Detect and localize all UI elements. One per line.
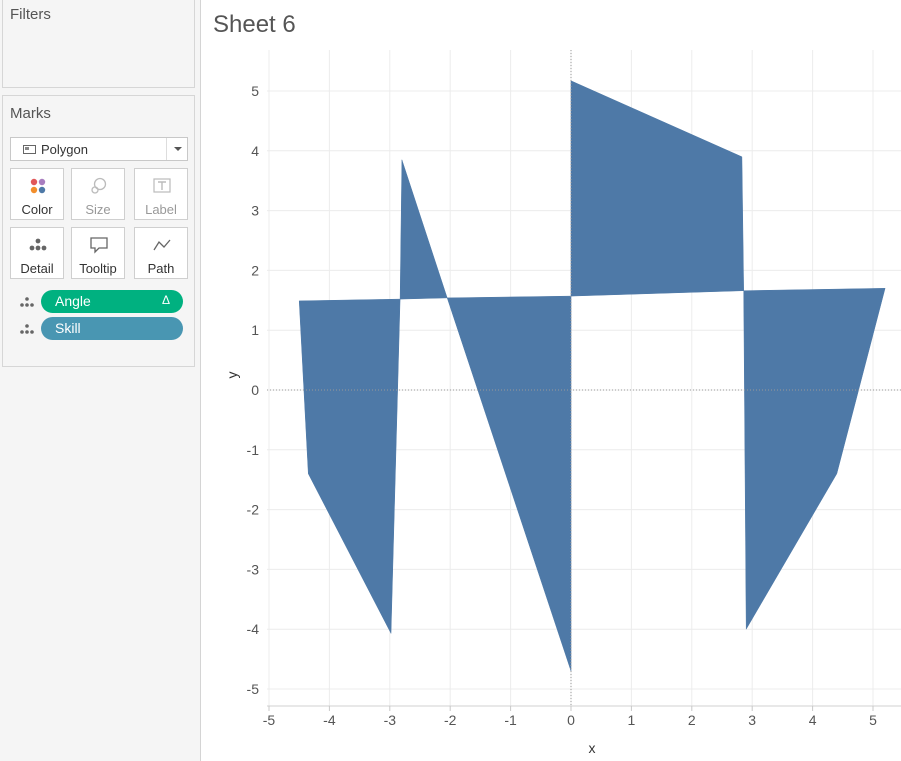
delta-icon: Δ	[161, 293, 170, 307]
size-label: Size	[85, 202, 111, 217]
color-button[interactable]: Color	[10, 168, 64, 220]
x-axis-label: x	[589, 740, 596, 756]
tooltip-icon	[90, 237, 108, 254]
x-tick-label: 1	[628, 712, 636, 728]
detail-label: Detail	[20, 261, 54, 276]
marks-card: Marks Polygon Color Size Label Detail To…	[2, 95, 195, 367]
x-tick-label: -1	[504, 712, 517, 728]
x-tick-label: 2	[688, 712, 696, 728]
detail-button[interactable]: Detail	[10, 227, 64, 279]
size-icon	[91, 177, 107, 194]
x-tick-label: 4	[809, 712, 817, 728]
y-axis-label: y	[224, 372, 240, 379]
label-icon	[153, 178, 171, 193]
x-tick-label: 0	[567, 712, 575, 728]
dropdown-separator	[166, 138, 167, 160]
y-tick-label: 0	[251, 382, 259, 398]
y-tick-label: -3	[247, 561, 260, 577]
y-tick-label: 3	[251, 203, 259, 219]
angle-pill[interactable]: Angle Δ	[41, 290, 183, 313]
polygons	[298, 80, 886, 672]
tooltip-button[interactable]: Tooltip	[71, 227, 125, 279]
filters-card[interactable]: Filters	[2, 0, 195, 88]
polygon-icon	[23, 145, 36, 154]
y-tick-label: 4	[251, 143, 259, 159]
x-tick-label: 3	[748, 712, 756, 728]
filters-title: Filters	[10, 6, 51, 23]
size-button[interactable]: Size	[71, 168, 125, 220]
label-button[interactable]: Label	[134, 168, 188, 220]
y-tick-label: -5	[247, 681, 260, 697]
detail-icon	[20, 324, 34, 334]
skill-pill-label: Skill	[55, 320, 81, 336]
y-tick-label: 5	[251, 83, 259, 99]
polygon-mark[interactable]	[298, 298, 401, 634]
polygon-mark[interactable]	[399, 159, 448, 300]
polygon-mark[interactable]	[743, 288, 886, 631]
mark-type-dropdown[interactable]: Polygon	[10, 137, 188, 161]
x-tick-label: -5	[263, 712, 276, 728]
x-tick-label: 5	[869, 712, 877, 728]
y-tick-label: 1	[251, 322, 259, 338]
pill-row-skill: Skill	[19, 317, 189, 341]
detail-icon	[20, 297, 34, 307]
x-tick-label: -4	[323, 712, 336, 728]
y-tick-label: 2	[251, 262, 259, 278]
color-label: Color	[21, 202, 53, 217]
angle-pill-label: Angle	[55, 293, 91, 309]
path-label: Path	[147, 261, 175, 276]
chart[interactable]: -5 -4 -3 -2 -1 0 1 2 3 4 5 -5 -4 -3 -2 -1 0 1 2 3 4 5 x y	[201, 0, 901, 761]
tooltip-label: Tooltip	[79, 261, 117, 276]
marks-title: Marks	[10, 105, 51, 122]
x-tick-label: -3	[384, 712, 397, 728]
path-button[interactable]: Path	[134, 227, 188, 279]
y-tick-label: -1	[247, 442, 260, 458]
color-icon	[30, 178, 46, 194]
detail-icon	[29, 238, 47, 251]
y-tick-label: -4	[247, 621, 260, 637]
mark-type-label: Polygon	[41, 142, 88, 157]
x-tick-label: -2	[444, 712, 457, 728]
polygon-mark[interactable]	[446, 295, 572, 672]
label-label: Label	[145, 202, 177, 217]
left-pane: Filters Marks Polygon Color Size Label D…	[0, 0, 201, 761]
pill-row-angle: Angle Δ	[19, 290, 189, 314]
skill-pill[interactable]: Skill	[41, 317, 183, 340]
path-icon	[153, 239, 171, 251]
polygon-mark[interactable]	[570, 80, 744, 297]
y-tick-label: -2	[247, 502, 260, 518]
chevron-down-icon[interactable]	[174, 147, 182, 151]
